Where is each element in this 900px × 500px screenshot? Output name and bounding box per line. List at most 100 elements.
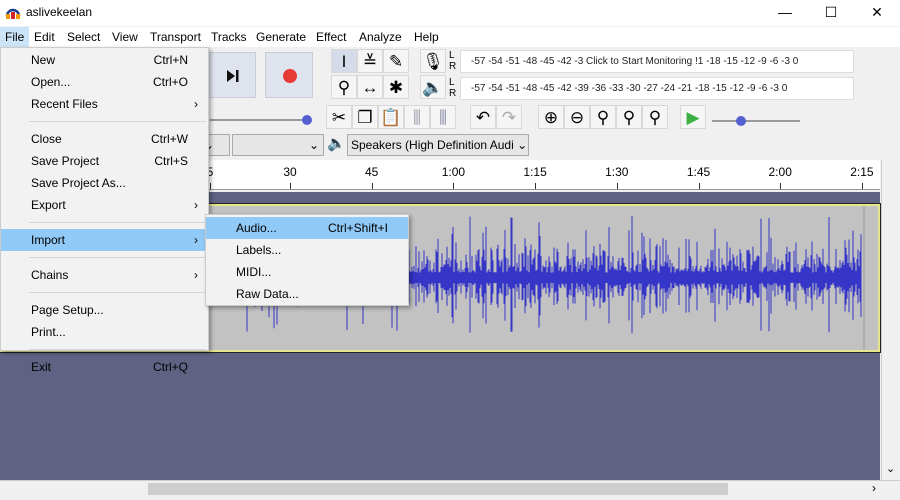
scroll-right-icon[interactable]: › bbox=[872, 481, 876, 495]
redo-icon[interactable]: ↷ bbox=[496, 105, 522, 129]
menu-item-label: Close bbox=[31, 132, 62, 146]
vertical-scrollbar[interactable]: ⌄ bbox=[881, 160, 900, 480]
menu-item-raw-data[interactable]: Raw Data... bbox=[206, 283, 408, 305]
menu-item-chains[interactable]: Chains › bbox=[1, 264, 208, 286]
menu-analyze[interactable]: Analyze bbox=[354, 27, 407, 47]
ruler-label: 2:15 bbox=[850, 165, 874, 179]
ruler-tick bbox=[535, 183, 537, 189]
zoom-tool[interactable]: ⚲ bbox=[331, 75, 357, 99]
horizontal-scrollbar[interactable]: › bbox=[0, 480, 900, 497]
menu-bar: File Edit Select View Transport Tracks Generat… bbox=[0, 27, 900, 47]
menu-transport[interactable]: Transport bbox=[145, 27, 206, 47]
chevron-right-icon: › bbox=[194, 268, 198, 282]
menu-item-new[interactable]: New Ctrl+N bbox=[1, 49, 208, 71]
menu-item-shortcut: Ctrl+Q bbox=[152, 360, 188, 374]
paste-icon[interactable]: 📋 bbox=[378, 105, 404, 129]
ruler-tick bbox=[371, 183, 373, 189]
menu-item-label: MIDI... bbox=[236, 265, 272, 279]
menu-item-exit[interactable]: Exit Ctrl+Q bbox=[1, 356, 208, 378]
menu-separator bbox=[29, 121, 206, 122]
menu-file[interactable]: File bbox=[0, 27, 30, 47]
menu-item-label: Audio... bbox=[236, 221, 277, 235]
slider-thumb[interactable] bbox=[302, 115, 312, 125]
menu-item-close[interactable]: Close Ctrl+W bbox=[1, 128, 208, 150]
menu-item-save-project-as[interactable]: Save Project As... bbox=[1, 172, 208, 194]
menu-item-shortcut: Ctrl+O bbox=[152, 75, 188, 89]
scrollbar-thumb[interactable] bbox=[148, 483, 728, 495]
record-button[interactable] bbox=[265, 52, 313, 98]
menu-item-export[interactable]: Export › bbox=[1, 194, 208, 216]
recording-volume-slider[interactable] bbox=[210, 119, 306, 121]
ruler-tick bbox=[210, 183, 211, 189]
menu-view[interactable]: View bbox=[107, 27, 143, 47]
speaker-icon[interactable]: 🔈 bbox=[420, 75, 446, 99]
microphone-icon[interactable]: 🎙 bbox=[420, 49, 446, 73]
menu-effect[interactable]: Effect bbox=[311, 27, 351, 47]
silence-icon[interactable]: ⫼ bbox=[430, 105, 456, 129]
ruler-label: 1:30 bbox=[605, 165, 629, 179]
menu-item-open[interactable]: Open... Ctrl+O bbox=[1, 71, 208, 93]
menu-item-labels[interactable]: Labels... bbox=[206, 239, 408, 261]
menu-item-label: Save Project bbox=[31, 154, 100, 168]
menu-item-midi[interactable]: MIDI... bbox=[206, 261, 408, 283]
ruler-label: 1:45 bbox=[686, 165, 711, 179]
chevron-right-icon: › bbox=[194, 97, 198, 111]
menu-item-label: Import bbox=[31, 233, 66, 247]
menu-item-shortcut: Ctrl+Shift+I bbox=[327, 221, 388, 235]
play-speed-slider[interactable] bbox=[712, 120, 800, 122]
time-shift-tool[interactable]: ↔ bbox=[357, 75, 383, 99]
menu-item-recent-files[interactable]: Recent Files › bbox=[1, 93, 208, 115]
menu-edit[interactable]: Edit bbox=[29, 27, 60, 47]
zoom-out-icon[interactable]: ⊖ bbox=[564, 105, 590, 129]
copy-icon[interactable]: ❐ bbox=[352, 105, 378, 129]
menu-item-import[interactable]: Import › bbox=[1, 229, 208, 251]
maximize-button[interactable]: ☐ bbox=[808, 0, 854, 26]
menu-item-label: Print... bbox=[31, 325, 66, 339]
fit-selection-icon[interactable]: ⚲ bbox=[590, 105, 616, 129]
menu-separator bbox=[29, 257, 206, 258]
menu-item-audio[interactable]: Audio... Ctrl+Shift+I bbox=[206, 217, 408, 239]
menu-help[interactable]: Help bbox=[409, 27, 444, 47]
audacity-logo-icon bbox=[5, 8, 21, 19]
menu-item-print[interactable]: Print... bbox=[1, 321, 208, 343]
menu-item-save-project[interactable]: Save Project Ctrl+S bbox=[1, 150, 208, 172]
playback-meter-text: -57 -54 -51 -48 -45 -42 -39 -36 -33 -30 … bbox=[471, 83, 788, 94]
play-at-speed-icon[interactable]: ▶ bbox=[680, 105, 706, 129]
zoom-toggle-icon[interactable]: ⚲ bbox=[642, 105, 668, 129]
menu-item-label: Recent Files bbox=[31, 97, 98, 111]
fit-project-icon[interactable]: ⚲ bbox=[616, 105, 642, 129]
ruler-label: 1:15 bbox=[523, 165, 547, 179]
menu-select[interactable]: Select bbox=[62, 27, 105, 47]
menu-generate[interactable]: Generate bbox=[251, 27, 311, 47]
ruler-tick bbox=[290, 183, 291, 189]
record-meter[interactable]: -57 -54 -51 -48 -45 -42 -3 Click to Star… bbox=[460, 50, 854, 73]
selection-tool[interactable]: I bbox=[331, 49, 357, 73]
menu-item-label: Chains bbox=[31, 268, 69, 282]
menu-item-page-setup[interactable]: Page Setup... bbox=[1, 299, 208, 321]
menu-separator bbox=[29, 292, 206, 293]
menu-separator bbox=[29, 222, 206, 223]
close-button[interactable]: ✕ bbox=[854, 0, 900, 26]
scroll-down-icon[interactable]: ⌄ bbox=[886, 462, 895, 475]
record-meter-text: -57 -54 -51 -48 -45 -42 -3 Click to Star… bbox=[471, 56, 799, 67]
menu-tracks[interactable]: Tracks bbox=[206, 27, 252, 47]
undo-icon[interactable]: ↶ bbox=[470, 105, 496, 129]
cut-icon[interactable]: ✂ bbox=[326, 105, 352, 129]
ruler-tick bbox=[780, 183, 782, 189]
chevron-right-icon: › bbox=[194, 198, 198, 212]
trim-icon[interactable]: ⫼ bbox=[404, 105, 430, 129]
menu-item-shortcut: Ctrl+S bbox=[154, 154, 188, 168]
play-speed-thumb[interactable] bbox=[736, 116, 746, 126]
skip-to-end-button[interactable] bbox=[206, 52, 256, 98]
input-device-dropdown[interactable]: ⌄ bbox=[232, 134, 324, 156]
draw-tool[interactable]: ✎ bbox=[383, 49, 409, 73]
envelope-tool[interactable]: ≚ bbox=[357, 49, 383, 73]
multi-tool[interactable]: ✱ bbox=[383, 75, 409, 99]
playback-meter[interactable]: -57 -54 -51 -48 -45 -42 -39 -36 -33 -30 … bbox=[460, 77, 854, 100]
menu-item-label: Page Setup... bbox=[31, 303, 104, 317]
record-icon bbox=[283, 69, 297, 83]
menu-item-label: Save Project As... bbox=[31, 176, 126, 190]
zoom-in-icon[interactable]: ⊕ bbox=[538, 105, 564, 129]
minimize-button[interactable]: — bbox=[762, 0, 808, 26]
output-device-dropdown[interactable]: Speakers (High Definition Audi ⌄ bbox=[347, 134, 529, 156]
